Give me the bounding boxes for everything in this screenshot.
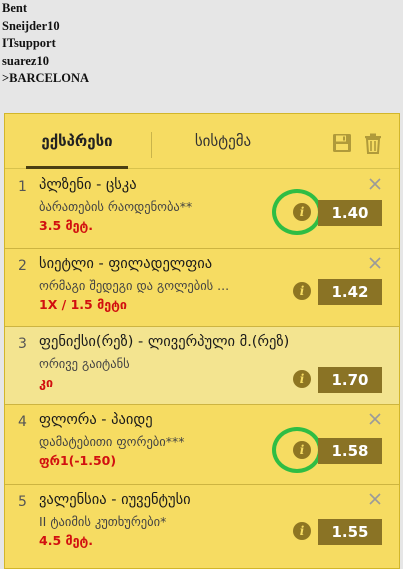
odds-button[interactable]: 1.58 [318,438,382,464]
info-icon[interactable]: i [293,522,311,540]
bet-slip: ექსპრესი სისტემა 1 პლზენი - ცსკა ბარათებ [4,113,400,569]
bet-match: ფლორა - პაიდე [39,412,153,428]
bet-pick: 3.5 მეტ. [39,218,94,233]
close-icon[interactable] [367,491,383,507]
bet-match: პლზენი - ცსკა [39,177,137,193]
bet-item: 2 სიეტლი - ფილადელფია ორმაგი შედეგი და გ… [5,249,399,327]
bet-number: 5 [18,494,27,510]
bet-market: ბარათების რაოდენობა** [39,199,193,214]
odds-button[interactable]: 1.55 [318,519,382,545]
info-icon[interactable]: i [293,370,311,388]
bet-pick: 4.5 მეტ. [39,533,94,548]
bet-item: 1 პლზენი - ცსკა ბარათების რაოდენობა** 3.… [5,170,399,249]
odds-button[interactable]: 1.40 [318,200,382,226]
username-line: Sneijder10 [2,18,60,33]
tab-express[interactable]: ექსპრესი [26,126,128,169]
close-icon[interactable] [367,176,383,192]
bet-item: 4 ფლორა - პაიდე დამატებითი ფორები*** ფრ1… [5,405,399,485]
bet-pick: ფრ1(-1.50) [39,453,117,468]
bet-number: 2 [18,258,27,274]
close-icon[interactable] [367,255,383,271]
bet-market: II ტაიმის კუთხურები* [39,514,167,529]
bet-number: 1 [18,179,27,195]
trash-icon[interactable] [362,132,384,154]
username-list: Bent Sneijder10 ITsupport suarez10 >BARC… [2,0,400,88]
odds-button[interactable]: 1.42 [318,279,382,305]
close-icon[interactable] [367,411,383,427]
username-line: ITsupport [2,36,56,51]
bet-market: ორივე გაიტანს [39,356,130,371]
bet-match: სიეტლი - ფილადელფია [39,256,213,272]
bet-item: 5 ვალენსია - იუვენტუსი II ტაიმის კუთხურე… [5,485,399,568]
bet-match: ვალენსია - იუვენტუსი [39,492,191,508]
bet-market: დამატებითი ფორები*** [39,434,185,449]
bet-item: 3 ფენიქსი(რეზ) - ლივერპული მ.(რეზ) ორივე… [5,327,399,405]
bet-slip-tabs: ექსპრესი სისტემა [5,114,399,169]
bet-market: ორმაგი შედეგი და გოლების ... [39,278,230,293]
info-icon[interactable]: i [293,203,311,221]
username-line: suarez10 [2,53,49,68]
info-icon[interactable]: i [293,441,311,459]
bet-pick: 1X / 1.5 მეტი [39,297,127,312]
bet-number: 4 [18,414,27,430]
bet-pick: კი [39,375,53,390]
tab-divider [151,132,152,158]
username-line: Bent [2,1,27,15]
info-icon[interactable]: i [293,282,311,300]
odds-button[interactable]: 1.70 [318,367,382,393]
tab-system[interactable]: სისტემა [173,126,273,166]
bet-number: 3 [18,336,27,352]
username-line: >BARCELONA [2,71,89,86]
bet-match: ფენიქსი(რეზ) - ლივერპული მ.(რეზ) [39,334,290,350]
save-icon[interactable] [331,132,353,154]
